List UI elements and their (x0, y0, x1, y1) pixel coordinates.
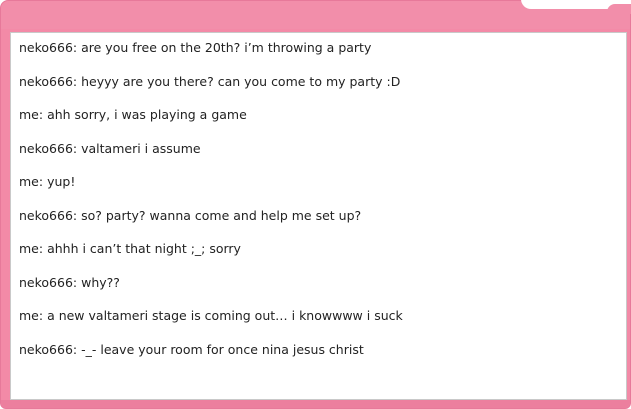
chat-message: mea new valtameri stage is coming out… i… (19, 306, 626, 340)
chat-message: meyup! (19, 172, 626, 206)
message-sender: neko666 (19, 141, 81, 156)
chat-message: neko666valtameri i assume (19, 139, 626, 173)
message-text: a new valtameri stage is coming out… i k… (47, 308, 403, 323)
message-sender: me (19, 241, 47, 256)
window-corner-tab (607, 4, 631, 14)
chat-window: neko666are you free on the 20th? i’m thr… (0, 0, 631, 409)
message-text: ahh sorry, i was playing a game (47, 107, 247, 122)
chat-message: neko666are you free on the 20th? i’m thr… (19, 38, 626, 72)
message-list: neko666are you free on the 20th? i’m thr… (11, 33, 626, 373)
message-sender: neko666 (19, 74, 81, 89)
message-sender: neko666 (19, 342, 81, 357)
message-sender: neko666 (19, 275, 81, 290)
chat-message: neko666-_- leave your room for once nina… (19, 340, 626, 374)
message-text: so? party? wanna come and help me set up… (81, 207, 362, 223)
message-text: ahhh i can’t that night ;_; sorry (47, 241, 241, 256)
chat-message: neko666why?? (19, 273, 626, 307)
message-sender: me (19, 107, 47, 122)
message-text: heyyy are you there? can you come to my … (81, 73, 401, 89)
window-bottom-edge (1, 400, 630, 408)
chat-log-panel[interactable]: neko666are you free on the 20th? i’m thr… (10, 32, 627, 400)
chat-message: meahh sorry, i was playing a game (19, 105, 626, 139)
message-text: valtameri i assume (81, 140, 201, 156)
chat-message: meahhh i can’t that night ;_; sorry (19, 239, 626, 273)
message-sender: neko666 (19, 40, 81, 55)
chat-message: neko666so? party? wanna come and help me… (19, 206, 626, 240)
message-sender: neko666 (19, 208, 81, 223)
message-text: yup! (47, 174, 76, 189)
chat-message: neko666heyyy are you there? can you come… (19, 72, 626, 106)
message-text: why?? (81, 274, 120, 290)
message-text: -_- leave your room for once nina jesus … (81, 341, 364, 357)
message-sender: me (19, 308, 47, 323)
message-sender: me (19, 174, 47, 189)
message-text: are you free on the 20th? i’m throwing a… (81, 40, 372, 55)
